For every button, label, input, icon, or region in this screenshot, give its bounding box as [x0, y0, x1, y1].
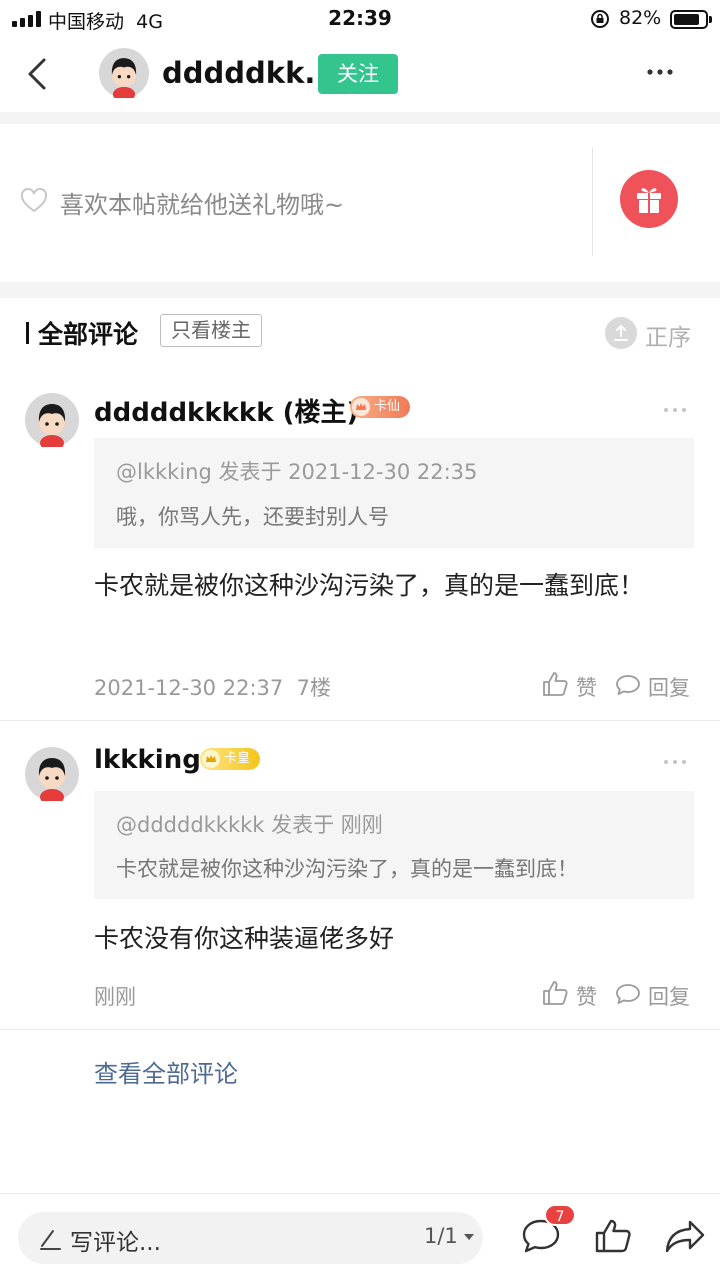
section-divider: [0, 282, 720, 298]
rotation-lock-icon: [591, 10, 609, 28]
comment-count-badge: 7: [544, 1204, 576, 1226]
share-arrow-icon[interactable]: [664, 1218, 706, 1254]
comment-body: 卡农没有你这种装逼佬多好: [94, 924, 395, 953]
vertical-divider: [592, 148, 593, 256]
comment-more-icon[interactable]: [662, 758, 688, 766]
quote-text: 哦，你骂人先，还要封别人号: [116, 505, 389, 529]
comment-divider: [0, 1029, 720, 1030]
battery-percent: 82%: [619, 7, 662, 29]
post-header: dddddkk... 关注: [0, 40, 720, 112]
quote-meta: @lkkking 发表于 2021-12-30 22:35: [116, 460, 478, 484]
battery-icon: [670, 10, 708, 29]
like-button[interactable]: 赞: [576, 672, 597, 702]
crown-icon: [352, 398, 370, 416]
comment-author[interactable]: lkkking: [94, 745, 201, 775]
avatar[interactable]: [25, 747, 79, 801]
bottom-action-bar: 写评论... 1/1 7: [0, 1193, 720, 1280]
sort-icon[interactable]: [605, 317, 637, 349]
only-author-filter-button[interactable]: 只看楼主: [160, 314, 262, 347]
avatar[interactable]: [25, 393, 79, 447]
send-gift-button[interactable]: [620, 170, 678, 228]
quote-meta: @dddddkkkkk 发表于 刚刚: [116, 813, 383, 837]
quoted-comment[interactable]: @lkkking 发表于 2021-12-30 22:35 哦，你骂人先，还要封…: [94, 438, 694, 548]
view-all-comments-link[interactable]: 查看全部评论: [94, 1054, 238, 1089]
comment-item: dddddkkkkk (楼主) 卡仙 @lkkking 发表于 2021-12-…: [0, 362, 720, 720]
quoted-comment[interactable]: @dddddkkkkk 发表于 刚刚 卡农就是被你这种沙沟污染了，真的是一蠢到底…: [94, 791, 694, 899]
reply-button[interactable]: 回复: [648, 981, 690, 1011]
sort-order-label[interactable]: 正序: [645, 318, 691, 352]
status-bar: 中国移动 4G 22:39 82%: [0, 0, 720, 40]
comment-input-placeholder: 写评论...: [70, 1230, 161, 1256]
back-arrow-icon[interactable]: [22, 54, 54, 94]
like-button[interactable]: 赞: [576, 981, 597, 1011]
thumbs-up-icon[interactable]: [541, 670, 569, 698]
reply-bubble-icon[interactable]: [615, 673, 641, 697]
comments-title: 全部评论: [38, 320, 139, 349]
quote-text: 卡农就是被你这种沙沟污染了，真的是一蠢到底！: [116, 857, 578, 881]
comment-author[interactable]: dddddkkkkk (楼主): [94, 392, 358, 429]
comment-meta: 2021-12-30 22:37 7楼: [94, 672, 331, 702]
comment-item: lkkking 卡皇 @dddddkkkkk 发表于 刚刚 卡农就是被你这种沙沟…: [0, 721, 720, 1029]
comment-input[interactable]: 写评论... 1/1: [18, 1212, 483, 1264]
avatar[interactable]: [99, 48, 149, 98]
heart-icon[interactable]: [20, 188, 48, 214]
comment-more-icon[interactable]: [662, 406, 688, 414]
page-indicator[interactable]: 1/1: [424, 1224, 458, 1248]
gift-icon: [637, 188, 661, 213]
gift-panel: 喜欢本帖就给他送礼物哦~: [0, 124, 720, 282]
battery-nub: [709, 16, 712, 23]
gift-prompt: 喜欢本帖就给他送礼物哦~: [60, 191, 345, 219]
post-author-name[interactable]: dddddkk...: [162, 56, 337, 90]
comment-time: 2021-12-30 22:37: [94, 676, 284, 700]
battery-fill: [674, 14, 699, 25]
follow-button[interactable]: 关注: [318, 54, 398, 94]
level-badge: 卡皇: [200, 748, 261, 770]
caret-down-icon[interactable]: [464, 1234, 474, 1240]
comment-body: 卡农就是被你这种沙沟污染了，真的是一蠢到底！: [94, 571, 645, 600]
comments-header: 全部评论 只看楼主 正序: [0, 298, 720, 362]
level-badge: 卡仙: [350, 396, 411, 418]
comment-meta: 刚刚: [94, 981, 136, 1011]
section-divider: [0, 112, 720, 124]
clock: 22:39: [328, 6, 392, 30]
thumbs-up-icon[interactable]: [594, 1218, 632, 1254]
crown-icon: [202, 750, 220, 768]
reply-button[interactable]: 回复: [648, 672, 690, 702]
more-options-icon[interactable]: [640, 62, 680, 82]
pen-icon: [40, 1230, 61, 1250]
floor-number: 7楼: [296, 676, 331, 700]
comment-time: 刚刚: [94, 985, 136, 1009]
reply-bubble-icon[interactable]: [615, 982, 641, 1006]
thumbs-up-icon[interactable]: [541, 979, 569, 1007]
title-marker: [26, 322, 29, 344]
